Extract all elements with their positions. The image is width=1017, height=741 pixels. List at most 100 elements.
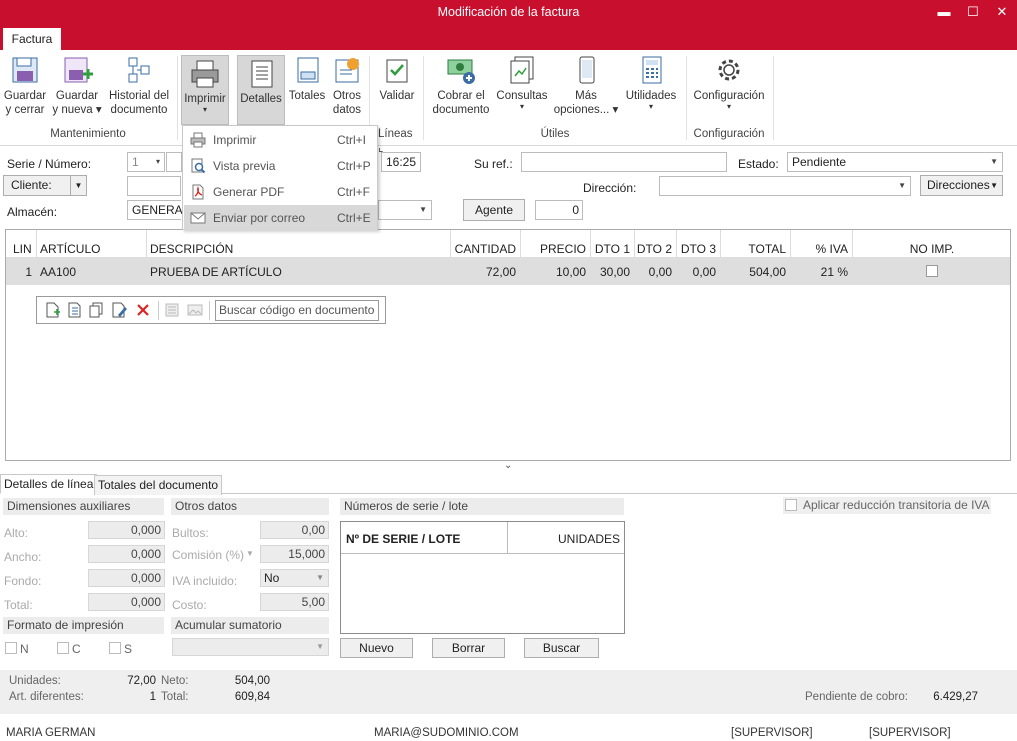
col-header-lin[interactable]: LIN [13, 242, 32, 256]
search-code-input[interactable]: Buscar código en documento [215, 300, 379, 321]
col-header-descripcion[interactable]: DESCRIPCIÓN [150, 242, 233, 256]
direcciones-button[interactable]: Direcciones ▼ [920, 175, 1003, 196]
validar-button[interactable]: Validar [377, 54, 417, 103]
series-header: Números de serie / lote [340, 498, 624, 515]
almacen-select[interactable]: GENERAL [127, 200, 189, 220]
ancho-field[interactable]: 0,000 [88, 545, 165, 563]
reduccion-iva-checkbox[interactable] [785, 499, 797, 511]
serie-select[interactable]: 1 ▾ [127, 152, 165, 172]
col-header-iva[interactable]: % IVA [790, 242, 848, 256]
direccion-select[interactable]: ▼ [659, 176, 911, 196]
cell-dto3: 0,00 [692, 265, 716, 279]
buscar-button[interactable]: Buscar [524, 638, 599, 658]
estado-label: Estado: [738, 157, 779, 171]
col-header-cantidad[interactable]: CANTIDAD [452, 242, 516, 256]
image-icon[interactable] [187, 302, 203, 318]
dimensiones-header: Dimensiones auxiliares [3, 498, 164, 515]
agente-button[interactable]: Agente [463, 199, 525, 221]
list-icon[interactable] [164, 302, 180, 318]
comision-field[interactable]: 15,000 [260, 545, 329, 563]
col-header-dto2[interactable]: DTO 2 [634, 242, 672, 256]
new-line-icon[interactable] [44, 302, 60, 318]
col-header-serie[interactable]: Nº DE SERIE / LOTE [346, 532, 460, 546]
chevron-down-icon: ▼ [898, 181, 906, 190]
acumular-select[interactable]: ▼ [172, 638, 329, 656]
costo-field[interactable]: 5,00 [260, 593, 329, 611]
direccion-label: Dirección: [583, 181, 637, 195]
cliente-button[interactable]: Cliente: ▼ [3, 175, 87, 196]
guardar-nueva-button[interactable]: Guardar y nueva ▾ [52, 54, 102, 117]
chevron-down-icon: ▼ [419, 205, 427, 214]
lines-grid: LIN ARTÍCULO DESCRIPCIÓN CANTIDAD PRECIO… [5, 229, 1011, 461]
status-user: MARIA GERMAN [6, 727, 96, 739]
column-divider [676, 230, 677, 257]
pendiente-label: Pendiente de cobro: [805, 691, 908, 703]
reduccion-iva-row: Aplicar reducción transitoria de IVA [783, 497, 991, 514]
minimize-button[interactable]: ▬ [934, 2, 954, 22]
time-field[interactable]: 16:25 [381, 152, 421, 172]
charge-icon [447, 59, 475, 84]
ribbon-separator [686, 56, 687, 140]
imprimir-button[interactable]: Imprimir ▾ [181, 55, 229, 125]
maximize-button[interactable]: ☐ [963, 2, 983, 22]
column-divider [790, 230, 791, 257]
chevron-down-icon[interactable]: ▼ [246, 549, 254, 558]
menu-item-enviar-correo[interactable]: Enviar por correo Ctrl+E [184, 205, 377, 231]
menu-item-generar-pdf[interactable]: Generar PDF Ctrl+F [184, 179, 377, 205]
total-dim-field[interactable]: 0,000 [88, 593, 165, 611]
column-divider [450, 230, 451, 257]
cliente-field[interactable] [127, 176, 181, 196]
column-divider [146, 230, 147, 257]
totales-button[interactable]: Totales [287, 54, 327, 103]
close-window-button[interactable]: ✕ [992, 2, 1012, 22]
cell-precio: 10,00 [555, 265, 586, 279]
formato-n-checkbox[interactable] [5, 642, 17, 654]
consultas-button[interactable]: Consultas ▾ [494, 54, 550, 111]
tab-totales-documento[interactable]: Totales del documento [94, 475, 223, 495]
delete-line-icon[interactable] [135, 302, 151, 318]
collapse-chevron-icon[interactable]: ⌄ [504, 460, 512, 471]
menu-item-vista-previa[interactable]: Vista previa Ctrl+P [184, 153, 377, 179]
configuracion-button[interactable]: Configuración ▾ [689, 54, 769, 111]
col-header-dto3[interactable]: DTO 3 [676, 242, 716, 256]
historial-button[interactable]: Historial del documento [106, 54, 172, 117]
bultos-field[interactable]: 0,00 [260, 521, 329, 539]
alto-field[interactable]: 0,000 [88, 521, 165, 539]
borrar-button[interactable]: Borrar [432, 638, 505, 658]
formato-s-checkbox[interactable] [109, 642, 121, 654]
menu-item-imprimir[interactable]: Imprimir Ctrl+I [184, 127, 377, 153]
estado-select[interactable]: Pendiente ▼ [787, 152, 1003, 172]
col-header-dto1[interactable]: DTO 1 [590, 242, 630, 256]
cobrar-button[interactable]: Cobrar el documento [430, 54, 492, 117]
col-header-precio[interactable]: PRECIO [520, 242, 586, 256]
col-header-no-imp[interactable]: NO IMP. [852, 242, 1012, 256]
tab-factura[interactable]: Factura [3, 28, 61, 50]
bultos-label: Bultos: [172, 526, 209, 540]
cell-lin: 1 [25, 265, 32, 279]
col-header-unidades[interactable]: UNIDADES [511, 532, 620, 546]
col-header-articulo[interactable]: ARTÍCULO [40, 242, 100, 256]
guardar-cerrar-button[interactable]: Guardar y cerrar [2, 54, 48, 117]
edit-line-icon[interactable] [111, 302, 127, 318]
tab-detalles-linea[interactable]: Detalles de línea [0, 474, 98, 494]
almacen-select-end[interactable]: ▼ [378, 200, 432, 220]
alto-label: Alto: [4, 526, 29, 540]
agente-field[interactable]: 0 [535, 200, 583, 220]
detalles-button[interactable]: Detalles [237, 55, 285, 125]
no-imp-checkbox[interactable] [926, 265, 938, 277]
column-divider [507, 522, 508, 554]
otros-datos-button[interactable]: Otros datos [329, 54, 365, 117]
insert-line-icon[interactable] [66, 302, 82, 318]
formato-c-checkbox[interactable] [57, 642, 69, 654]
fondo-field[interactable]: 0,000 [88, 569, 165, 587]
numero-field[interactable] [166, 152, 182, 172]
su-ref-field[interactable] [521, 152, 727, 172]
col-header-total[interactable]: TOTAL [720, 242, 786, 256]
iva-incluido-select[interactable]: No ▼ [260, 569, 329, 587]
utilidades-button[interactable]: Utilidades ▾ [622, 54, 680, 111]
save-new-icon [64, 57, 93, 83]
mas-opciones-button[interactable]: Más opciones... ▾ [552, 54, 620, 117]
nuevo-button[interactable]: Nuevo [340, 638, 413, 658]
mail-icon [190, 212, 206, 224]
copy-line-icon[interactable] [88, 302, 104, 318]
